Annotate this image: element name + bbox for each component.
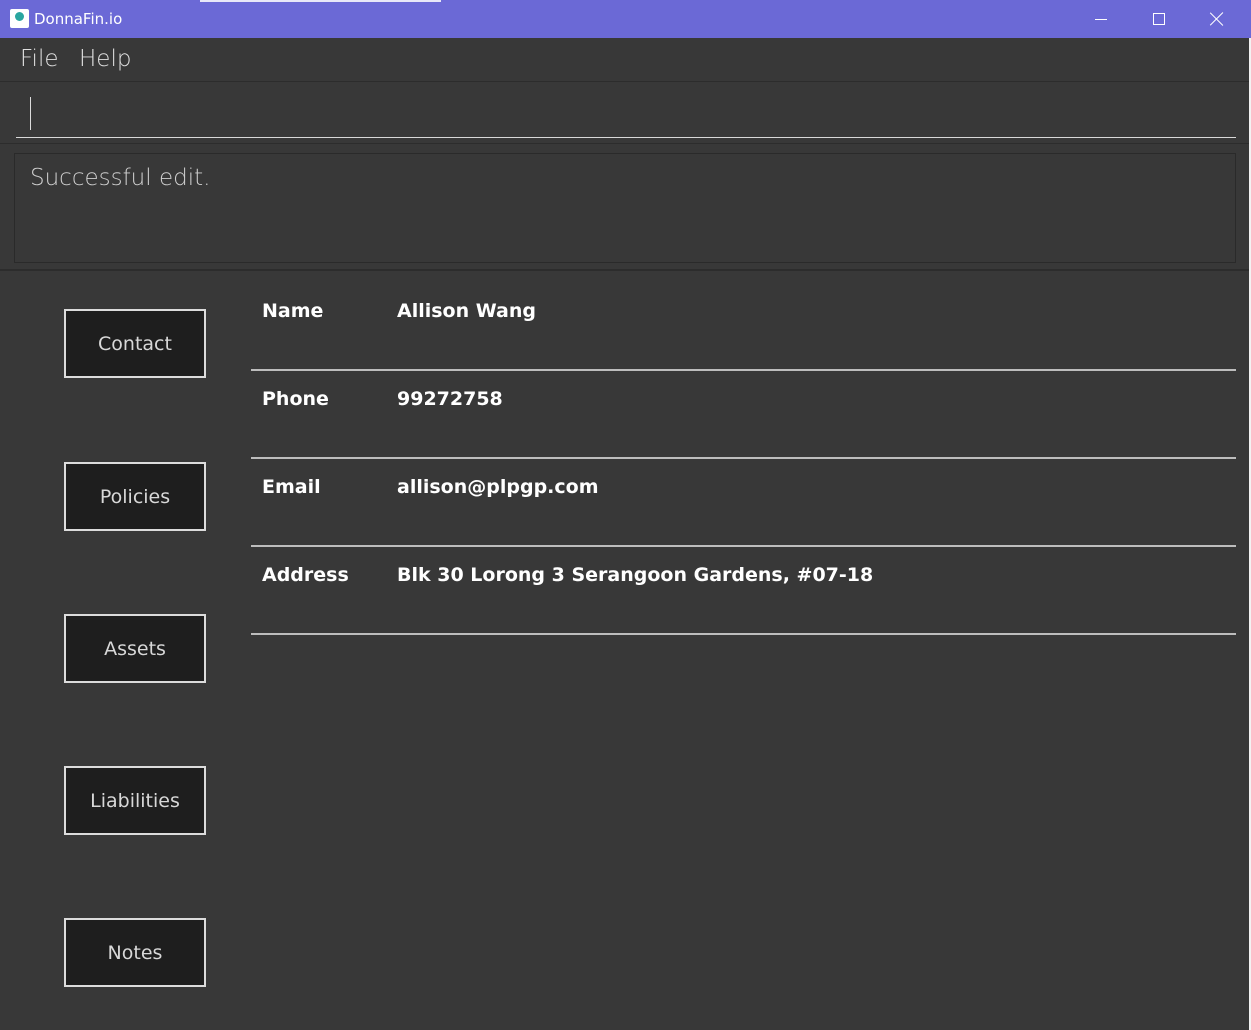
address-label: Address xyxy=(262,564,349,586)
phone-value: 99272758 xyxy=(397,388,503,410)
title-bar-highlight xyxy=(200,0,441,2)
menu-bar: File Help xyxy=(0,38,1251,82)
detail-row-phone: Phone 99272758 xyxy=(251,371,1236,459)
contact-tab-button[interactable]: Contact xyxy=(64,309,206,378)
app-logo-icon xyxy=(10,9,29,28)
phone-label: Phone xyxy=(262,388,329,410)
minimize-icon xyxy=(1095,18,1107,20)
result-display: Successful edit. xyxy=(14,153,1236,263)
maximize-button[interactable] xyxy=(1130,0,1188,38)
name-label: Name xyxy=(262,300,324,322)
address-value: Blk 30 Lorong 3 Serangoon Gardens, #07-1… xyxy=(397,564,874,586)
text-caret xyxy=(30,97,31,130)
close-button[interactable] xyxy=(1188,0,1246,38)
assets-tab-button[interactable]: Assets xyxy=(64,614,206,683)
notes-tab-button[interactable]: Notes xyxy=(64,918,206,987)
policies-tab-button[interactable]: Policies xyxy=(64,462,206,531)
menu-file[interactable]: File xyxy=(20,46,59,72)
minimize-button[interactable] xyxy=(1072,0,1130,38)
window-title: DonnaFin.io xyxy=(34,10,123,28)
title-bar: DonnaFin.io xyxy=(0,0,1251,38)
detail-row-email: Email allison@plpgp.com xyxy=(251,459,1236,547)
command-input[interactable] xyxy=(16,92,1236,138)
email-label: Email xyxy=(262,476,321,498)
result-message: Successful edit. xyxy=(30,165,211,191)
result-panel: Successful edit. xyxy=(0,145,1251,271)
email-value: allison@plpgp.com xyxy=(397,476,599,498)
detail-row-address: Address Blk 30 Lorong 3 Serangoon Garden… xyxy=(251,547,1236,635)
close-icon xyxy=(1210,12,1224,26)
menu-help[interactable]: Help xyxy=(79,46,131,72)
detail-row-name: Name Allison Wang xyxy=(251,283,1236,371)
liabilities-tab-button[interactable]: Liabilities xyxy=(64,766,206,835)
command-box xyxy=(0,82,1251,144)
maximize-icon xyxy=(1153,13,1165,25)
name-value: Allison Wang xyxy=(397,300,536,322)
